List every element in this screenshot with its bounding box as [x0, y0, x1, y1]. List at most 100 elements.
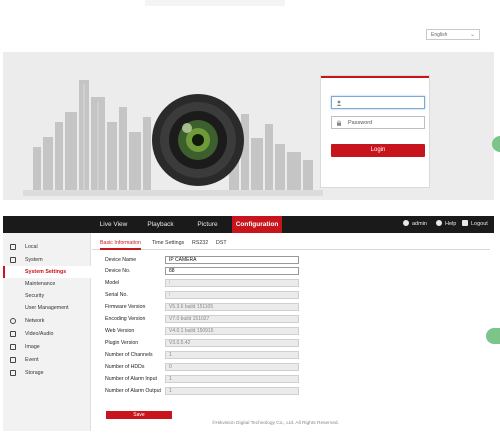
field-label: Number of Alarm Input [105, 376, 157, 382]
serial-no-value: I [165, 291, 299, 299]
help-label: Help [445, 221, 457, 227]
sidebar-item-label: User Management [25, 305, 69, 311]
sidebar-item-image[interactable]: Image [3, 341, 91, 353]
event-icon [10, 357, 16, 363]
nav-playback[interactable]: Playback [138, 216, 183, 233]
sidebar-item-label: System Settings [25, 269, 67, 275]
field-label: Device No. [105, 268, 131, 274]
tab-dst[interactable]: DST [216, 238, 227, 250]
field-label: Web Version [105, 328, 135, 334]
sidebar-item-label: Video/Audio [25, 331, 54, 337]
sidebar-item-network[interactable]: Network [3, 315, 91, 327]
field-row-plugin-version: Plugin Version V3.0.5.42 [105, 339, 405, 348]
tab-basic-information[interactable]: Basic Information [100, 238, 141, 250]
field-row-channels: Number of Channels 1 [105, 351, 405, 360]
sidebar-item-label: Image [25, 344, 40, 350]
copyright-footer: ©Hikvision Digital Technology Co., Ltd. … [212, 421, 339, 426]
sidebar-item-maintenance[interactable]: Maintenance [3, 278, 91, 290]
nav-live-view[interactable]: Live View [91, 216, 136, 233]
image-icon [10, 344, 16, 350]
model-value: I [165, 279, 299, 287]
sidebar-item-label: System [25, 257, 43, 263]
device-name-input[interactable]: IP CAMERA [165, 256, 299, 264]
device-no-input[interactable]: 88 [165, 267, 299, 275]
sidebar-item-system-settings[interactable]: System Settings [3, 266, 91, 278]
user-icon [336, 100, 342, 106]
sidebar-item-video-audio[interactable]: Video/Audio [3, 328, 91, 340]
field-row-encoding-version: Encoding Version V7.0 build 151027 [105, 315, 405, 324]
storage-icon [10, 370, 16, 376]
field-row-device-no: Device No. 88 [105, 267, 405, 276]
field-label: Firmware Version [105, 304, 146, 310]
logout-link[interactable]: Logout [462, 216, 488, 233]
plugin-version-value: V3.0.5.42 [165, 339, 299, 347]
system-icon [10, 257, 16, 263]
logout-icon [462, 219, 468, 226]
tab-rs232[interactable]: RS232 [192, 238, 208, 250]
field-label: Number of Alarm Output [105, 388, 161, 394]
monitor-icon [10, 244, 16, 250]
alarm-output-value: 1 [165, 387, 299, 395]
web-version-value: V4.0.1 build 150915 [165, 327, 299, 335]
sidebar: Local System System Settings Maintenance… [3, 233, 91, 431]
nav-configuration[interactable]: Configuration [232, 216, 282, 233]
sidebar-item-security[interactable]: Security [3, 290, 91, 302]
user-icon [403, 219, 409, 226]
alarm-input-value: 1 [165, 375, 299, 383]
field-label: Encoding Version [105, 316, 146, 322]
field-row-alarm-output: Number of Alarm Output 1 [105, 387, 405, 396]
hdds-value: 0 [165, 363, 299, 371]
save-button[interactable]: Save [106, 411, 172, 419]
sidebar-item-event[interactable]: Event [3, 354, 91, 366]
language-select[interactable]: English ⌄ [426, 29, 480, 40]
field-row-hdds: Number of HDDs 0 [105, 363, 405, 372]
channels-value: 1 [165, 351, 299, 359]
tab-time-settings[interactable]: Time Settings [152, 238, 184, 250]
field-label: Device Name [105, 257, 137, 263]
login-form: Password Login [320, 75, 430, 188]
sidebar-item-system[interactable]: System [3, 254, 91, 266]
browser-tab-strip [145, 0, 285, 6]
sidebar-item-label: Local [25, 244, 38, 250]
field-row-firmware-version: Firmware Version V5.3.6 build 151105 [105, 303, 405, 312]
main-content: Basic Information Time Settings RS232 DS… [92, 233, 494, 431]
login-button[interactable]: Login [331, 144, 425, 157]
globe-icon [10, 318, 16, 324]
lock-icon [337, 120, 341, 126]
field-row-serial-no: Serial No. I [105, 291, 405, 300]
password-field[interactable]: Password [331, 116, 425, 129]
firmware-version-value: V5.3.6 build 151105 [165, 303, 299, 311]
field-row-web-version: Web Version V4.0.1 build 150915 [105, 327, 405, 336]
sidebar-item-label: Storage [25, 370, 44, 376]
video-icon [10, 331, 16, 337]
login-accent-bar [321, 76, 429, 78]
sidebar-item-user-management[interactable]: User Management [3, 302, 91, 314]
password-placeholder: Password [348, 120, 373, 126]
encoding-version-value: V7.0 build 151027 [165, 315, 299, 323]
user-menu[interactable]: admin [403, 216, 427, 233]
field-label: Number of HDDs [105, 364, 145, 370]
sidebar-item-local[interactable]: Local [3, 241, 91, 253]
side-float-button[interactable] [486, 328, 500, 344]
sidebar-item-label: Maintenance [25, 281, 56, 287]
top-navigation-bar: Live View Playback Picture Configuration… [3, 216, 494, 233]
help-link[interactable]: Help [436, 216, 456, 233]
username-label: admin [412, 221, 427, 227]
nav-picture[interactable]: Picture [185, 216, 230, 233]
login-page: English ⌄ Password Login [0, 0, 500, 212]
username-field[interactable] [331, 96, 425, 109]
field-row-alarm-input: Number of Alarm Input 1 [105, 375, 405, 384]
field-label: Plugin Version [105, 340, 139, 346]
field-label: Number of Channels [105, 352, 153, 358]
field-label: Serial No. [105, 292, 128, 298]
chevron-down-icon: ⌄ [469, 32, 475, 38]
configuration-page: Live View Playback Picture Configuration… [3, 216, 500, 431]
field-row-model: Model I [105, 279, 405, 288]
sidebar-item-label: Network [25, 318, 45, 324]
sidebar-item-label: Security [25, 293, 45, 299]
sidebar-item-storage[interactable]: Storage [3, 367, 91, 379]
help-icon [436, 219, 442, 226]
field-row-device-name: Device Name IP CAMERA [105, 256, 405, 265]
sidebar-item-label: Event [25, 357, 39, 363]
logout-label: Logout [471, 221, 488, 227]
